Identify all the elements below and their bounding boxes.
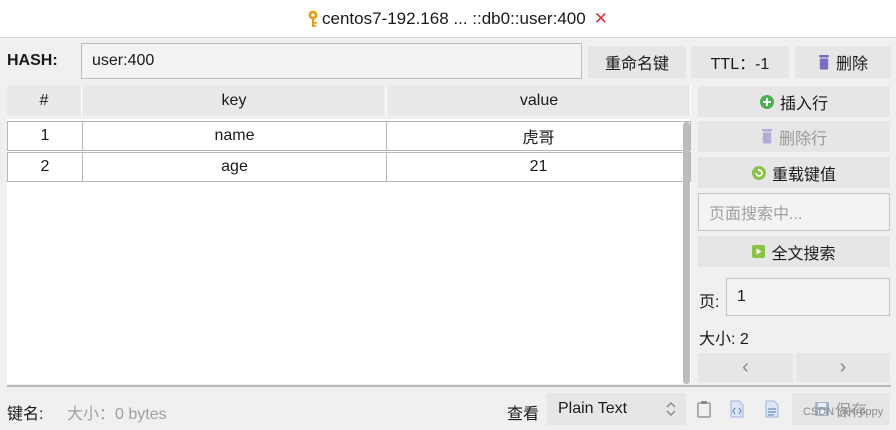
text-file-icon[interactable] — [764, 400, 780, 418]
tab-active[interactable]: centos7-192.168 ... ::db0::user:400 ✕ — [306, 7, 608, 31]
table-row[interactable]: 1 name 虎哥 — [7, 121, 691, 151]
key-icon — [308, 10, 318, 27]
column-header-index[interactable]: # — [7, 85, 82, 116]
trash-icon — [818, 54, 829, 69]
column-header-key[interactable]: key — [83, 85, 386, 116]
row-key[interactable]: age — [82, 152, 387, 182]
column-header-value[interactable]: value — [388, 85, 691, 116]
ttl-button[interactable]: TTL：-1 — [691, 46, 789, 78]
ttl-label: TTL：-1 — [710, 56, 770, 73]
page-search-placeholder: 页面搜索中... — [709, 206, 803, 223]
row-key[interactable]: name — [82, 121, 387, 151]
tab-title: centos7-192.168 ... ::db0::user:400 — [322, 9, 586, 28]
key-type-label: HASH: — [7, 52, 58, 69]
clipboard-icon[interactable] — [696, 400, 712, 418]
code-file-icon[interactable] — [729, 400, 745, 418]
footer-divider — [7, 385, 891, 387]
table-scrollbar[interactable] — [683, 122, 690, 384]
delete-row-label: 删除行 — [778, 130, 827, 148]
reload-value-button[interactable]: 重载键值 — [698, 157, 890, 188]
rename-key-button[interactable]: 重命名键 — [588, 46, 686, 78]
updown-chevron-icon — [666, 402, 676, 416]
page-number-input[interactable]: 1 — [726, 278, 890, 316]
delete-key-label: 删除 — [835, 56, 868, 73]
watermark: CSDN @Kroppy — [803, 406, 884, 418]
plus-circle-icon — [759, 94, 774, 109]
key-name-footer-label: 键名: — [7, 406, 44, 423]
chevron-left-icon: ‹ — [742, 356, 749, 378]
row-index[interactable]: 2 — [7, 152, 83, 182]
key-name-value: user:400 — [92, 52, 155, 69]
fulltext-search-button[interactable]: 全文搜索 — [698, 236, 890, 267]
insert-row-button[interactable]: 插入行 — [698, 86, 890, 117]
row-value[interactable]: 虎哥 — [386, 121, 691, 151]
view-mode-value: Plain Text — [558, 400, 628, 417]
page-search-input[interactable]: 页面搜索中... — [698, 193, 890, 231]
value-size-info: 大小：0 bytes — [67, 406, 167, 423]
next-page-button[interactable]: › — [796, 353, 890, 382]
close-icon[interactable]: ✕ — [594, 9, 608, 29]
key-name-field[interactable]: user:400 — [81, 43, 582, 79]
table-row[interactable]: 2 age 21 — [7, 152, 691, 182]
page-number-value: 1 — [737, 288, 746, 305]
reload-icon — [751, 165, 766, 180]
fulltext-search-label: 全文搜索 — [771, 245, 836, 263]
play-icon — [752, 245, 766, 258]
view-mode-select[interactable]: Plain Text — [547, 393, 686, 425]
size-label: 大小: 2 — [699, 325, 749, 349]
size-value: 2 — [739, 331, 749, 348]
prev-page-button[interactable]: ‹ — [698, 353, 793, 382]
chevron-right-icon: › — [839, 356, 847, 378]
row-index[interactable]: 1 — [7, 121, 83, 151]
reload-value-label: 重载键值 — [771, 166, 836, 184]
rename-key-label: 重命名键 — [604, 56, 669, 73]
delete-key-button[interactable]: 删除 — [795, 46, 891, 78]
insert-row-label: 插入行 — [779, 95, 828, 113]
view-label: 查看 — [507, 406, 540, 423]
table-body: 1 name 虎哥 2 age 21 — [7, 119, 691, 384]
row-value[interactable]: 21 — [386, 152, 691, 182]
size-label-text: 大小: — [699, 331, 736, 348]
trash-icon — [761, 129, 772, 144]
delete-row-button[interactable]: 删除行 — [698, 121, 890, 152]
page-label: 页: — [699, 294, 720, 311]
